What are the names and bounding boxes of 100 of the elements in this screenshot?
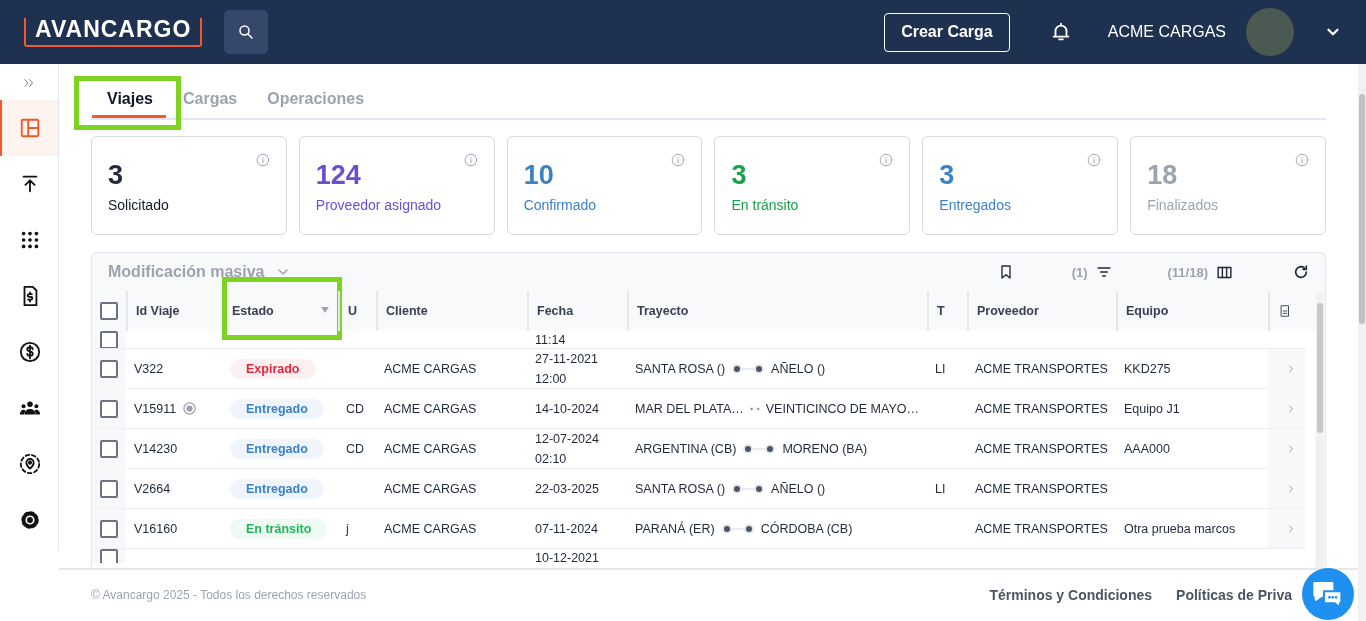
card-label: Solicitado xyxy=(108,197,169,213)
status-badge: Entregado xyxy=(230,439,324,459)
status-badge: En tránsito xyxy=(230,518,328,539)
column-header[interactable]: Equipo xyxy=(1126,304,1169,318)
route-connector-icon xyxy=(720,522,755,535)
route-origin: ARGENTINA (CB) xyxy=(635,442,737,456)
summary-card[interactable]: 124 Proveedor asignado xyxy=(298,136,495,235)
copyright-text: © Avancargo 2025 - Todos los derechos reservados xyxy=(91,588,367,602)
row-checkbox[interactable] xyxy=(100,440,118,458)
equipment-name: KKD275 xyxy=(1124,362,1171,376)
status-badge: Entregado xyxy=(230,398,324,419)
tab[interactable]: Viajes xyxy=(91,80,167,118)
equipment-name: Otra prueba marcos xyxy=(1124,521,1236,536)
user-name: ACME CARGAS xyxy=(1107,23,1226,41)
route-origin: MAR DEL PLATA… xyxy=(635,401,744,416)
search-button[interactable] xyxy=(224,10,269,54)
equipment-name: AAA000 xyxy=(1124,442,1170,456)
logo[interactable]: AVANCARGO xyxy=(24,17,203,47)
card-label: Finalizados xyxy=(1147,197,1218,213)
column-header[interactable]: Proveedor xyxy=(977,304,1039,318)
card-label: Proveedor asignado xyxy=(315,197,442,213)
trip-date: 12-07-2024 xyxy=(535,431,599,448)
route-destination: AÑELO () xyxy=(771,481,826,496)
provider-name: ACME TRANSPORTES xyxy=(975,362,1108,376)
table-row[interactable]: V15911 Entregado CD ACME CARGAS 14-10-2024 MAR DEL PLATA… VEINTICINCO DE MAYO… ACME TRANSPORTES Equipo J1 xyxy=(92,389,1305,429)
status-badge: Entregado xyxy=(230,478,324,499)
route-destination: CÓRDOBA (CB) xyxy=(760,521,853,536)
trip-date: 22-03-2025 xyxy=(535,480,599,498)
trip-time: 12:00 xyxy=(535,371,568,388)
table-row[interactable]: V16160 En tránsito j ACME CARGAS 07-11-2024 PARANÁ (ER) CÓRDOBA (CB) ACME TRANSPORTES Otra prueba marcos xyxy=(92,509,1305,549)
trip-time: 02:10 xyxy=(535,451,568,468)
route-connector-icon xyxy=(731,363,766,375)
trip-id: V15911 xyxy=(134,401,177,416)
row-checkbox[interactable] xyxy=(100,399,118,418)
client-name: ACME CARGAS xyxy=(384,521,477,536)
table-row[interactable]: V2664 Entregado ACME CARGAS 22-03-2025 SANTA ROSA () AÑELO () LI ACME TRANSPORTES xyxy=(92,469,1305,509)
column-header[interactable]: Estado xyxy=(232,304,274,318)
column-header[interactable]: Trayecto xyxy=(637,304,689,318)
table-row[interactable]: V14230 Entregado CD ACME CARGAS 12-07-2024 02:10 ARGENTINA (CB) MORENO (BA) ACME TRANSPORTES AAA000 xyxy=(92,429,1305,469)
dollar-icon xyxy=(19,341,41,363)
location-icon xyxy=(19,453,41,475)
layout-icon xyxy=(19,117,41,139)
column-header[interactable]: T xyxy=(937,304,945,318)
select-all-checkbox[interactable] xyxy=(100,302,118,320)
table-scrollbar[interactable] xyxy=(1316,293,1324,568)
search-icon xyxy=(237,23,256,41)
row-checkbox[interactable] xyxy=(100,519,118,538)
trip-date: 14-10-2024 xyxy=(535,400,599,418)
provider-name: ACME TRANSPORTES xyxy=(975,481,1108,496)
scrollbar-thumb[interactable] xyxy=(1317,303,1323,433)
trip-time: 11:14 xyxy=(535,332,566,348)
card-count: 18 xyxy=(1147,159,1178,191)
document-icon[interactable] xyxy=(1278,304,1292,318)
trip-id: V14230 xyxy=(134,442,178,456)
card-label: En tránsito xyxy=(731,197,799,213)
client-name: ACME CARGAS xyxy=(384,442,477,456)
trip-date: 27-11-2021 xyxy=(535,351,598,368)
card-label: Confirmado xyxy=(523,197,597,213)
card-count: 3 xyxy=(108,159,124,191)
card-count: 10 xyxy=(523,159,554,191)
trip-id: V16160 xyxy=(134,521,178,536)
filter-count: (1) xyxy=(1071,264,1088,280)
table-row[interactable]: V322 Expirado ACME CARGAS 27-11-2021 12:00 SANTA ROSA () AÑELO () LI ACME TRANSPORTES KKD275 xyxy=(92,349,1305,389)
settings-icon xyxy=(19,509,41,531)
summary-card[interactable]: 3 Entregados xyxy=(922,136,1119,235)
transport-type: LI xyxy=(935,481,946,496)
chat-button[interactable] xyxy=(1302,568,1354,620)
footer-link[interactable]: Políticas de Priva xyxy=(1176,587,1292,603)
transport-type: LI xyxy=(935,362,946,376)
row-checkbox[interactable] xyxy=(100,549,118,563)
footer-link[interactable]: Términos y Condiciones xyxy=(989,587,1153,603)
column-header[interactable]: Fecha xyxy=(537,304,574,318)
trip-id: V322 xyxy=(134,362,164,376)
trip-date: 07-11-2024 xyxy=(535,520,598,538)
card-label: Entregados xyxy=(939,197,1011,213)
refresh-icon[interactable] xyxy=(1293,264,1309,280)
route-origin: SANTA ROSA () xyxy=(635,362,726,376)
expand-icon[interactable] xyxy=(22,76,36,90)
column-header[interactable]: Id Viaje xyxy=(136,304,180,318)
provider-name: ACME TRANSPORTES xyxy=(975,401,1108,416)
trip-id: V2664 xyxy=(134,481,171,496)
scrollbar-thumb[interactable] xyxy=(1359,94,1365,324)
filter-icon[interactable] xyxy=(1095,264,1112,280)
create-load-button[interactable]: Crear Carga xyxy=(884,12,1010,52)
summary-card[interactable]: 3 Solicitado xyxy=(91,136,287,235)
card-count: 3 xyxy=(731,159,747,191)
row-checkbox[interactable] xyxy=(100,331,118,348)
summary-card[interactable]: 10 Confirmado xyxy=(506,136,703,235)
route-origin: PARANÁ (ER) xyxy=(635,521,715,536)
unit-code: CD xyxy=(346,442,365,456)
provider-name: ACME TRANSPORTES xyxy=(975,521,1108,536)
route-connector-icon xyxy=(742,443,777,455)
row-checkbox[interactable] xyxy=(100,360,118,378)
column-header[interactable]: U xyxy=(348,304,358,318)
avatar-photo-placeholder xyxy=(1246,8,1294,56)
client-name: ACME CARGAS xyxy=(384,401,477,416)
route-destination: AÑELO () xyxy=(771,362,826,376)
column-header[interactable]: Cliente xyxy=(386,304,428,318)
row-checkbox[interactable] xyxy=(100,479,118,498)
table-row[interactable]: 11:14 xyxy=(92,331,1305,349)
